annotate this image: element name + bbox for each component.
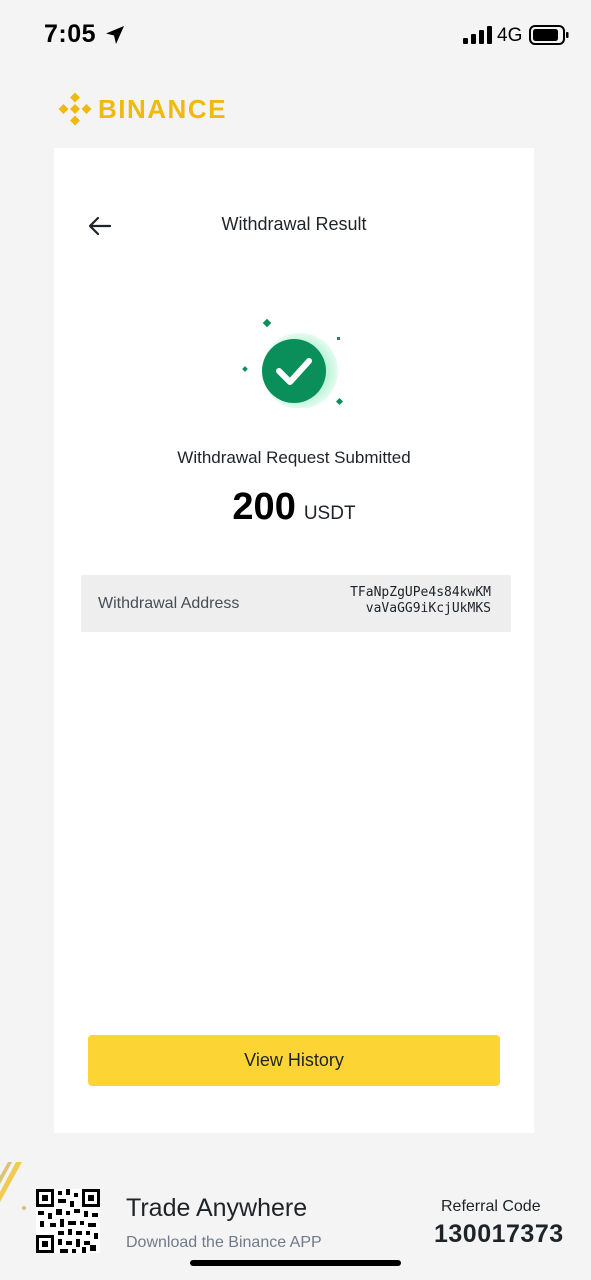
footer-subtitle: Download the Binance APP bbox=[126, 1234, 322, 1251]
amount-value: 200 bbox=[232, 486, 296, 528]
page-title: Withdrawal Result bbox=[221, 214, 367, 234]
home-indicator[interactable] bbox=[190, 1260, 401, 1266]
binance-logo-icon bbox=[58, 92, 92, 126]
binance-brand: BINANCE bbox=[58, 90, 227, 128]
footer-banner: Trade Anywhere Download the Binance APP … bbox=[0, 1162, 591, 1280]
address-line-2: vaVaGG9iKcjUkMKS bbox=[365, 601, 491, 616]
signal-bars-icon bbox=[463, 26, 492, 44]
status-bar: 7:05 4G bbox=[0, 0, 591, 70]
referral-label: Referral Code bbox=[441, 1198, 541, 1215]
amount-currency: USDT bbox=[303, 503, 356, 524]
address-line-1: TFaNpZgUPe4s84kwKM bbox=[350, 585, 491, 600]
amount-row: 200 USDT bbox=[54, 486, 534, 529]
footer-title: Trade Anywhere bbox=[126, 1194, 308, 1222]
withdrawal-address-row: Withdrawal Address TFaNpZgUPe4s84kwKM va… bbox=[81, 575, 511, 632]
status-time: 7:05 bbox=[44, 20, 97, 48]
decorative-stripes-icon bbox=[0, 1162, 26, 1210]
network-type: 4G bbox=[497, 25, 523, 46]
brand-name: BINANCE bbox=[98, 93, 227, 124]
address-value[interactable]: TFaNpZgUPe4s84kwKM vaVaGG9iKcjUkMKS bbox=[350, 585, 491, 617]
location-arrow-icon bbox=[106, 26, 124, 44]
qr-code-icon[interactable] bbox=[36, 1189, 100, 1253]
referral-code[interactable]: 130017373 bbox=[434, 1220, 564, 1249]
success-check-icon bbox=[242, 318, 344, 408]
view-history-button[interactable]: View History bbox=[88, 1035, 500, 1086]
withdrawal-result-page: 7:05 4G BINANCE Withdrawal Result Withdr… bbox=[0, 0, 591, 1280]
result-message: Withdrawal Request Submitted bbox=[177, 448, 411, 467]
result-card: Withdrawal Result Withdrawal Request Sub… bbox=[54, 148, 534, 1133]
address-label: Withdrawal Address bbox=[98, 595, 240, 612]
battery-icon bbox=[529, 25, 569, 45]
